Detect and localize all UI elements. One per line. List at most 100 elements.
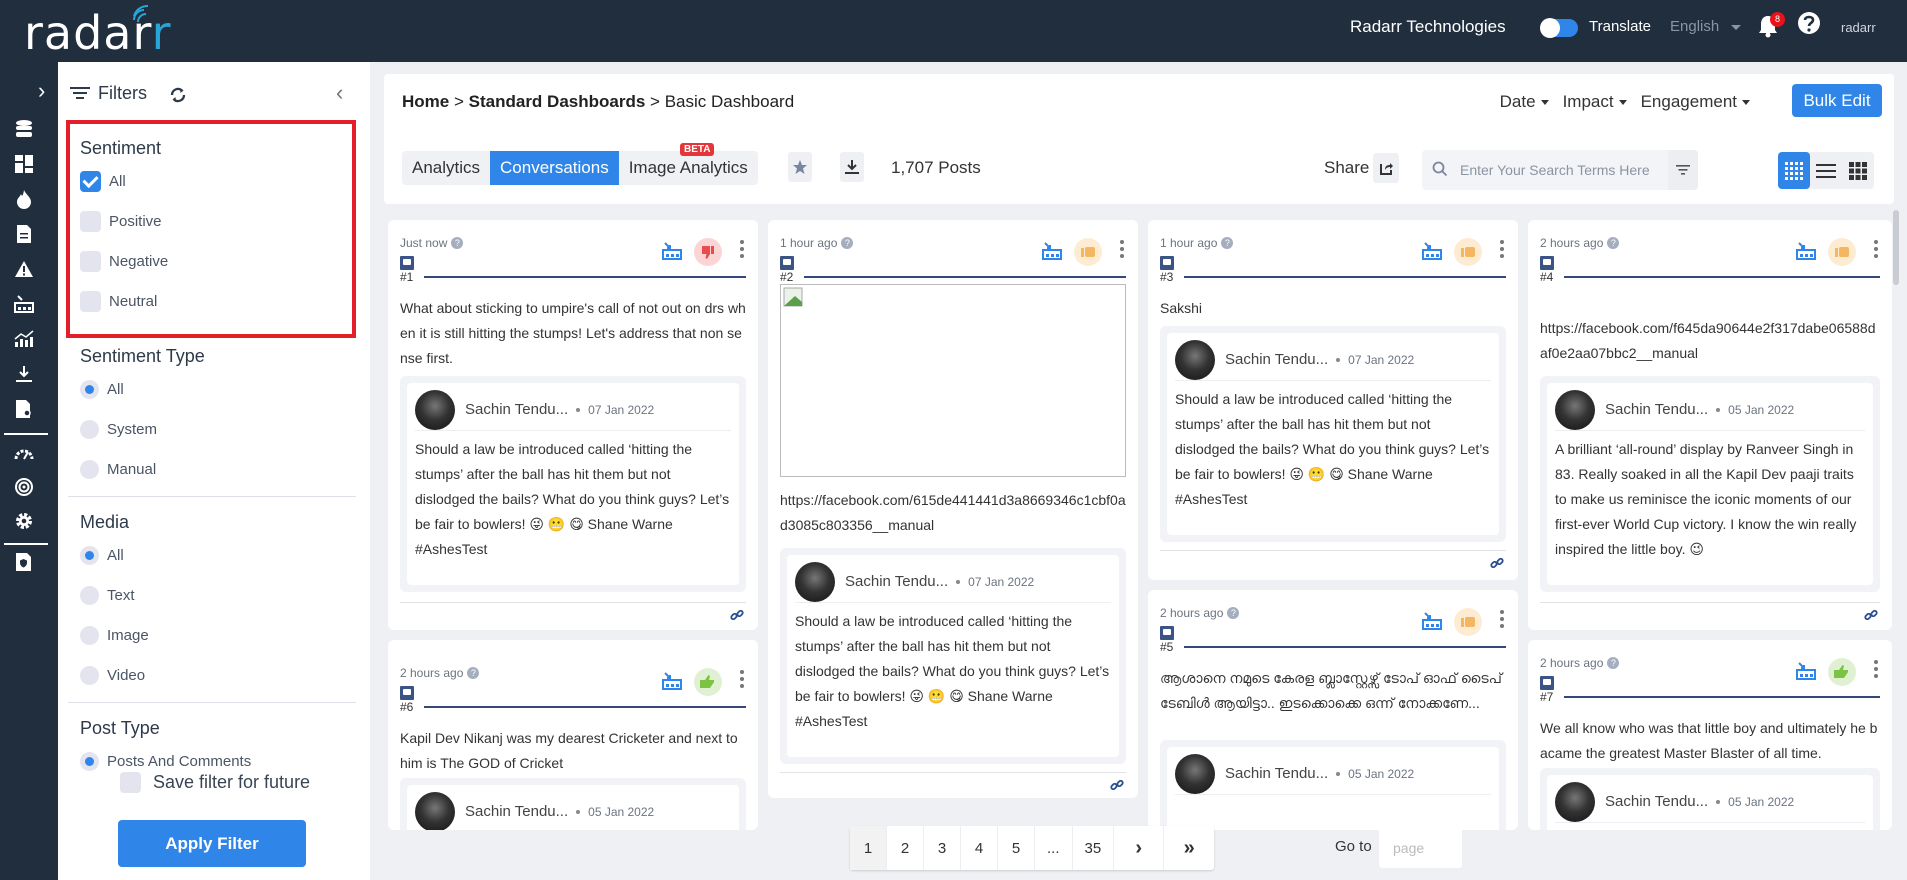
avatar[interactable] <box>795 561 835 602</box>
open-link-button[interactable] <box>730 608 744 627</box>
page-button[interactable]: 2 <box>887 826 924 870</box>
assign-button[interactable] <box>1042 242 1062 265</box>
assign-button[interactable] <box>662 242 682 265</box>
sentiment-badge[interactable] <box>1074 238 1102 266</box>
avatar[interactable] <box>1555 389 1595 430</box>
save-filter-checkbox[interactable]: Save filter for future <box>120 772 311 793</box>
radio[interactable] <box>80 586 99 605</box>
author-name[interactable]: Sachin Tendu... <box>845 573 948 590</box>
avatar[interactable] <box>415 389 455 430</box>
sentiment-neutral-checkbox[interactable]: Neutral <box>80 291 157 312</box>
tab-image-analytics[interactable]: Image Analytics <box>619 151 758 185</box>
conversation-card[interactable]: 2 hours ago? #5 ആശാനെ നമുടെ കേരള ബ്ലാസ്റ… <box>1148 590 1518 830</box>
sort-impact-dropdown[interactable]: Impact <box>1563 92 1627 112</box>
report-search-icon[interactable] <box>13 398 35 420</box>
collapse-filters-icon[interactable]: ‹ <box>336 80 343 106</box>
assign-button[interactable] <box>1422 612 1442 635</box>
favorite-button[interactable] <box>788 152 812 182</box>
page-button[interactable]: 3 <box>924 826 961 870</box>
settings-icon[interactable] <box>13 510 35 532</box>
apply-filter-button[interactable]: Apply Filter <box>118 820 306 867</box>
download-icon[interactable] <box>13 363 35 385</box>
sentiment-badge[interactable] <box>1828 238 1856 266</box>
checkbox[interactable] <box>80 211 101 232</box>
more-options-icon[interactable] <box>740 670 744 691</box>
help-icon[interactable]: ? <box>1607 237 1620 249</box>
fire-icon[interactable] <box>13 188 35 210</box>
page-button[interactable]: 35 <box>1073 826 1115 870</box>
author-name[interactable]: Sachin Tendu... <box>1225 765 1328 782</box>
sentiment-positive-checkbox[interactable]: Positive <box>80 211 162 232</box>
chevron-down-icon[interactable] <box>1731 25 1741 30</box>
sentiment-all-checkbox[interactable]: All <box>80 171 126 192</box>
help-icon[interactable]: ? <box>1221 237 1234 249</box>
target-icon[interactable] <box>13 476 35 498</box>
avatar[interactable] <box>1175 753 1215 794</box>
author-name[interactable]: Sachin Tendu... <box>465 401 568 418</box>
conversation-card[interactable]: 2 hours ago? #7 We all know who was that… <box>1528 640 1892 830</box>
conversation-card[interactable]: 1 hour ago? #2 https://facebook.com/615d… <box>768 220 1138 798</box>
list-view-button[interactable] <box>1810 152 1842 189</box>
media-image-radio[interactable]: Image <box>80 626 149 645</box>
conversation-card[interactable]: Just now? #1 What about sticking to umpi… <box>388 220 758 630</box>
sentiment-type-system-radio[interactable]: System <box>80 420 157 439</box>
radio[interactable] <box>80 752 99 771</box>
conversation-card[interactable]: 2 hours ago? #6 Kapil Dev Nikanj was my … <box>388 640 758 830</box>
assign-button[interactable] <box>1796 662 1816 685</box>
expand-rail-icon[interactable]: › <box>38 78 45 104</box>
tab-conversations[interactable]: Conversations <box>490 151 619 185</box>
avatar[interactable] <box>1555 781 1595 822</box>
avatar[interactable] <box>415 791 455 830</box>
sentiment-badge[interactable] <box>694 668 722 696</box>
help-icon[interactable]: ? <box>841 237 854 249</box>
more-options-icon[interactable] <box>1500 610 1504 631</box>
sentiment-badge[interactable] <box>1454 238 1482 266</box>
radio[interactable] <box>80 546 99 565</box>
radio[interactable] <box>80 626 99 645</box>
factory-icon[interactable] <box>13 293 35 315</box>
help-icon[interactable]: ? <box>467 667 480 679</box>
sentiment-negative-checkbox[interactable]: Negative <box>80 251 168 272</box>
sentiment-type-manual-radio[interactable]: Manual <box>80 460 156 479</box>
page-button[interactable]: 1 <box>850 826 887 870</box>
grid-view-button[interactable] <box>1778 152 1810 189</box>
document-icon[interactable] <box>13 223 35 245</box>
sentiment-badge[interactable] <box>694 238 722 266</box>
sentiment-type-all-radio[interactable]: All <box>80 380 124 399</box>
radio[interactable] <box>80 380 99 399</box>
next-page-button[interactable]: › <box>1114 826 1165 870</box>
translate-toggle[interactable] <box>1540 18 1578 38</box>
bulk-edit-button[interactable]: Bulk Edit <box>1792 84 1882 117</box>
download-button[interactable] <box>840 152 864 182</box>
search-filter-button[interactable] <box>1668 150 1698 190</box>
breadcrumb-home[interactable]: Home <box>402 92 449 111</box>
assign-button[interactable] <box>1422 242 1442 265</box>
checkbox[interactable] <box>80 171 101 192</box>
author-name[interactable]: Sachin Tendu... <box>465 803 568 820</box>
open-link-button[interactable] <box>1864 608 1878 627</box>
media-video-radio[interactable]: Video <box>80 666 145 685</box>
analytics-icon[interactable] <box>13 328 35 350</box>
tab-analytics[interactable]: Analytics <box>402 151 490 185</box>
post-type-posts-comments-radio[interactable]: Posts And Comments <box>80 752 251 771</box>
sort-date-dropdown[interactable]: Date <box>1500 92 1549 112</box>
more-options-icon[interactable] <box>1874 660 1878 681</box>
checkbox[interactable] <box>80 251 101 272</box>
sentiment-badge[interactable] <box>1828 658 1856 686</box>
radio[interactable] <box>80 420 99 439</box>
search-input[interactable] <box>1460 150 1650 190</box>
checkbox[interactable] <box>120 772 141 793</box>
radio[interactable] <box>80 666 99 685</box>
more-options-icon[interactable] <box>1120 240 1124 261</box>
conversation-card[interactable]: 2 hours ago? #4 https://facebook.com/f64… <box>1528 220 1892 630</box>
help-icon[interactable]: ? <box>1607 657 1620 669</box>
post-image[interactable] <box>780 284 1126 477</box>
dashboard-icon[interactable] <box>13 153 35 175</box>
conversation-card[interactable]: 1 hour ago? #3 Sakshi Sachin Tendu... 07… <box>1148 220 1518 580</box>
open-link-button[interactable] <box>1110 778 1124 797</box>
help-icon[interactable] <box>1797 11 1821 37</box>
author-name[interactable]: Sachin Tendu... <box>1605 793 1708 810</box>
breadcrumb-section[interactable]: Standard Dashboards <box>469 92 646 111</box>
page-button[interactable]: 4 <box>961 826 998 870</box>
radio[interactable] <box>80 460 99 479</box>
